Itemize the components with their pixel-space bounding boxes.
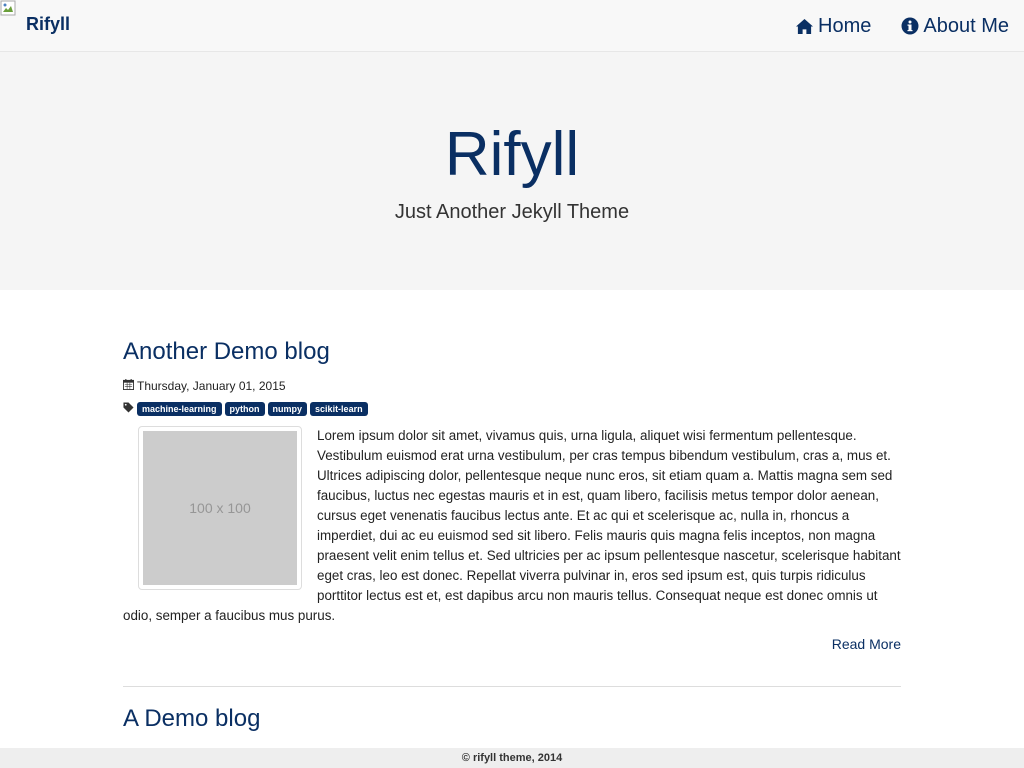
nav-link-about-me-label: About Me bbox=[923, 14, 1009, 37]
placeholder-image: 100 x 100 bbox=[143, 431, 297, 585]
footer-copyright: © rifyll theme, 2014 bbox=[461, 752, 563, 764]
tag-icon bbox=[123, 400, 134, 418]
tag-badge[interactable]: machine-learning bbox=[137, 402, 222, 416]
placeholder-image-label: 100 x 100 bbox=[189, 500, 251, 516]
post-meta-date: Thursday, January 01, 2015 bbox=[123, 379, 286, 393]
calendar-icon bbox=[123, 379, 134, 393]
post-thumbnail: 100 x 100 bbox=[138, 426, 302, 590]
post-divider bbox=[123, 686, 901, 687]
site-title: Rifyll bbox=[444, 120, 580, 189]
nav-link-home-label: Home bbox=[818, 14, 872, 37]
post-title-link[interactable]: Another Demo blog bbox=[123, 338, 330, 366]
info-circle-icon bbox=[901, 17, 919, 35]
home-icon bbox=[795, 18, 814, 35]
nav-link-home[interactable]: Home bbox=[795, 15, 871, 38]
post-title-link[interactable]: A Demo blog bbox=[123, 705, 260, 733]
footer: © rifyll theme, 2014 bbox=[0, 748, 1024, 768]
tag-badge[interactable]: numpy bbox=[267, 402, 308, 416]
post-tags: machine-learning python numpy scikit-lea… bbox=[123, 400, 368, 418]
nav-link-about-me[interactable]: About Me bbox=[901, 15, 1009, 38]
read-more-link[interactable]: Read More bbox=[832, 636, 901, 652]
nav-menu: Home About Me bbox=[795, 0, 1009, 52]
tag-badge[interactable]: scikit-learn bbox=[310, 402, 368, 416]
navbar: Rifyll Home About Me bbox=[0, 0, 1024, 52]
hero-header: Rifyll Just Another Jekyll Theme bbox=[0, 52, 1024, 290]
tag-badge[interactable]: python bbox=[224, 402, 265, 416]
post-date: Thursday, January 01, 2015 bbox=[137, 379, 286, 393]
brand-name: Rifyll bbox=[26, 14, 71, 34]
broken-image-icon bbox=[0, 0, 20, 20]
site-subtitle: Just Another Jekyll Theme bbox=[394, 201, 630, 223]
